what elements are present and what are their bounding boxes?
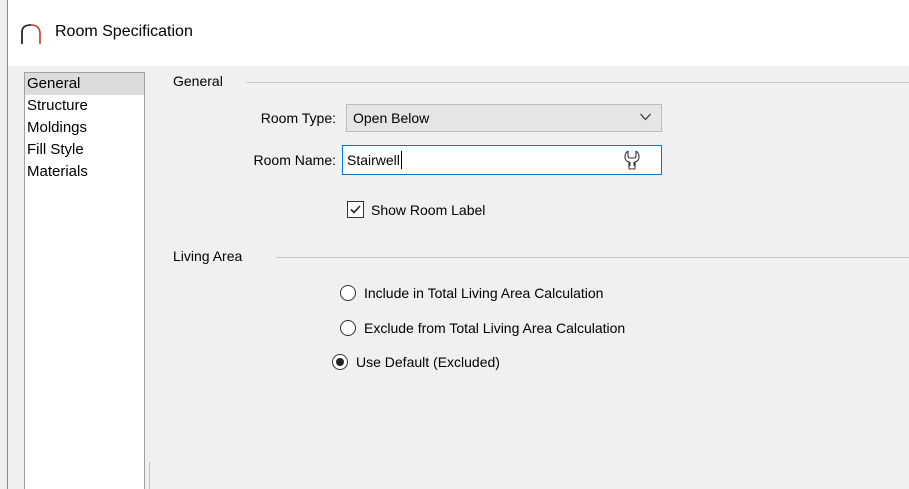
- radio-use-default-label: Use Default (Excluded): [356, 354, 500, 370]
- general-group-divider: [246, 82, 909, 83]
- arch-icon: [21, 24, 41, 44]
- radio-exclude-living-area[interactable]: [340, 320, 356, 336]
- living-area-group-title: Living Area: [173, 248, 249, 264]
- dialog-title: Room Specification: [55, 23, 193, 40]
- radio-include-living-area[interactable]: [340, 285, 356, 301]
- room-type-select[interactable]: Open Below: [346, 104, 662, 132]
- room-name-label: Room Name:: [253, 152, 336, 168]
- living-area-group-divider: [276, 257, 909, 258]
- chevron-down-icon: [640, 113, 651, 121]
- category-item-structure[interactable]: Structure: [25, 95, 144, 117]
- category-item-materials[interactable]: Materials: [25, 161, 144, 183]
- radio-exclude-living-area-label: Exclude from Total Living Area Calculati…: [364, 320, 626, 336]
- room-name-input[interactable]: Stairwell: [342, 145, 662, 175]
- title-bar[interactable]: Room Specification: [8, 0, 909, 66]
- category-item-fill-style[interactable]: Fill Style: [25, 139, 144, 161]
- radio-selected-dot: [336, 358, 344, 366]
- radio-include-living-area-label: Include in Total Living Area Calculation: [364, 285, 604, 301]
- room-type-label: Room Type:: [260, 110, 336, 126]
- room-name-value: Stairwell: [347, 152, 400, 168]
- category-list: General Structure Moldings Fill Style Ma…: [24, 72, 145, 489]
- text-caret: [401, 151, 402, 169]
- room-specification-dialog: Room Specification General Structure Mol…: [7, 0, 909, 489]
- radio-use-default[interactable]: [332, 354, 348, 370]
- panel-splitter: [149, 462, 150, 489]
- checkmark-icon: [350, 205, 361, 214]
- category-item-general[interactable]: General: [25, 73, 144, 95]
- wrench-icon[interactable]: [623, 150, 641, 170]
- show-room-label-text: Show Room Label: [371, 202, 486, 218]
- category-item-moldings[interactable]: Moldings: [25, 117, 144, 139]
- room-type-value: Open Below: [353, 110, 430, 126]
- show-room-label-checkbox[interactable]: [347, 201, 364, 218]
- general-group-title: General: [173, 73, 229, 89]
